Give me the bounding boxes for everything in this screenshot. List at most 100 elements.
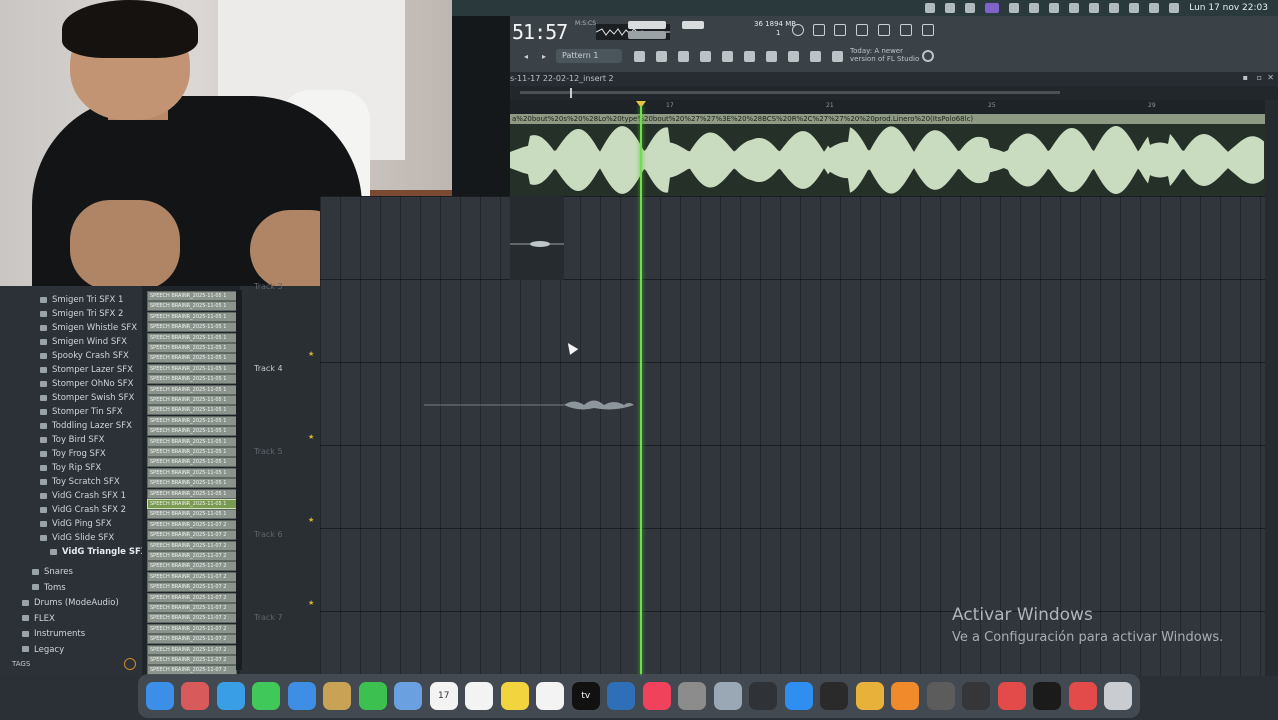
channel-button[interactable]: SPEECH BRAINR_2025-11-05 1 [147, 301, 237, 312]
playhead-line[interactable] [640, 106, 642, 676]
audio-clip-header[interactable]: a%20bout%20s%20%28Lo%20type%20bout%20%27… [510, 114, 1265, 124]
channel-button[interactable]: SPEECH BRAINR_2025-11-07 2 [147, 540, 237, 551]
pdf-icon[interactable] [997, 682, 1026, 710]
wifi-icon[interactable] [1129, 3, 1140, 13]
track-label[interactable]: Track 5 [254, 447, 283, 456]
audio-icon[interactable] [1049, 3, 1060, 13]
browser-item[interactable]: Toy Frog SFX [40, 448, 106, 461]
channel-button[interactable]: SPEECH BRAINR_2025-11-07 2 [147, 634, 237, 645]
music-icon[interactable] [642, 682, 671, 710]
channel-button[interactable]: SPEECH BRAINR_2025-11-07 2 [147, 561, 237, 572]
channel-button[interactable]: SPEECH BRAINR_2025-11-05 1 [147, 509, 237, 520]
browser-item[interactable]: VidG Triangle SFX [50, 546, 147, 559]
tempo-display[interactable] [682, 21, 704, 29]
channel-button[interactable]: SPEECH BRAINR_2025-11-07 2 [147, 644, 237, 655]
browser-item[interactable]: Smigen Tri SFX 2 [40, 308, 123, 321]
channel-button[interactable]: SPEECH BRAINR_2025-11-05 1 [147, 415, 237, 426]
audio-clip-waveform[interactable] [510, 124, 1265, 196]
plugin-icon[interactable] [900, 24, 912, 36]
track-star-icon[interactable]: ★ [308, 599, 314, 607]
menubar-clock[interactable]: Lun 17 nov 22:03 [1189, 3, 1268, 13]
moon-icon[interactable] [1029, 3, 1040, 13]
mic-icon[interactable] [834, 24, 846, 36]
track-star-icon[interactable]: ★ [308, 350, 314, 358]
mail-icon[interactable] [287, 682, 316, 710]
x-icon[interactable] [813, 24, 825, 36]
vertical-scrollbar[interactable] [1265, 100, 1278, 676]
browser-item[interactable]: VidG Slide SFX [40, 532, 114, 545]
browser-item[interactable]: Spooky Crash SFX [40, 350, 129, 363]
mixer-icon[interactable] [722, 51, 733, 62]
browser-item[interactable]: VidG Crash SFX 2 [40, 504, 126, 517]
browser-item[interactable]: Stomper Lazer SFX [40, 364, 133, 377]
channel-button[interactable]: SPEECH BRAINR_2025-11-05 1 [147, 488, 237, 499]
browser-item[interactable]: Toy Bird SFX [40, 434, 104, 447]
channel-button[interactable]: SPEECH BRAINR_2025-11-05 1 [147, 436, 237, 447]
piano-roll-icon[interactable] [678, 51, 689, 62]
channel-rack-icon[interactable] [700, 51, 711, 62]
browser-item[interactable]: Legacy [22, 644, 64, 657]
track-star-icon[interactable]: ★ [308, 516, 314, 524]
control-center-icon[interactable] [1169, 3, 1180, 13]
playlist-grid[interactable] [320, 196, 1265, 676]
main-pitch-slider[interactable] [628, 31, 666, 39]
save-icon[interactable] [878, 24, 890, 36]
trash-icon[interactable] [1104, 682, 1133, 710]
pdf2-icon[interactable] [1068, 682, 1097, 710]
photos-folder-icon[interactable] [323, 682, 352, 710]
clock-icon[interactable] [962, 682, 991, 710]
maximize-icon[interactable]: ▫ [1257, 73, 1262, 82]
channel-button[interactable]: SPEECH BRAINR_2025-11-05 1 [147, 467, 237, 478]
volume-icon[interactable] [1109, 3, 1120, 13]
horizontal-scrollbar[interactable] [520, 91, 1060, 94]
logic-icon[interactable] [820, 682, 849, 710]
launchpad-icon[interactable] [181, 682, 210, 710]
arrow-right-icon[interactable]: ▸ [542, 52, 546, 61]
menu-icon[interactable] [832, 51, 843, 62]
track-label[interactable]: Track 6 [254, 530, 283, 539]
channel-button[interactable]: SPEECH BRAINR_2025-11-05 1 [147, 426, 237, 437]
channel-button[interactable]: SPEECH BRAINR_2025-11-07 2 [147, 603, 237, 613]
browser-item[interactable]: FLEX [22, 613, 55, 626]
help-icon[interactable] [856, 24, 868, 36]
maps-icon[interactable] [394, 682, 423, 710]
browser-item[interactable]: Toddling Lazer SFX [40, 420, 132, 433]
update-icon[interactable] [922, 50, 934, 62]
pattern-selector[interactable]: Pattern 1 [556, 49, 622, 63]
channel-scrollbar[interactable] [236, 290, 242, 670]
track-label[interactable]: Track 4 [254, 364, 283, 373]
browser-item[interactable]: Snares [32, 566, 73, 579]
safari-icon[interactable] [216, 682, 245, 710]
voice-icon[interactable] [607, 682, 636, 710]
finder-icon[interactable] [145, 682, 174, 710]
channel-button[interactable]: SPEECH BRAINR_2025-11-05 1 [147, 384, 237, 395]
power-icon[interactable] [792, 24, 804, 36]
browser-item[interactable]: Drums (ModeAudio) [22, 597, 119, 610]
news-panel[interactable]: Today: A newer version of FL Studio [850, 47, 930, 63]
browser-item[interactable]: Stomper OhNo SFX [40, 378, 133, 391]
browser-item[interactable]: Toy Rip SFX [40, 462, 101, 475]
channel-button[interactable]: SPEECH BRAINR_2025-11-05 1 [147, 405, 237, 416]
channel-button[interactable]: SPEECH BRAINR_2025-11-05 1 [147, 311, 237, 322]
settings-icon[interactable] [678, 682, 707, 710]
playlist-title-bar[interactable]: s-11-17 22-02-12_insert 2 ▪ ▫ ✕ [510, 72, 1278, 86]
channel-button[interactable]: SPEECH BRAINR_2025-11-05 1 [147, 343, 237, 353]
browser-item[interactable]: VidG Crash SFX 1 [40, 490, 126, 503]
minimize-icon[interactable]: ▪ [1243, 73, 1248, 82]
appstore-icon[interactable] [784, 682, 813, 710]
channel-button[interactable]: SPEECH BRAINR_2025-11-05 1 [147, 363, 237, 374]
track-label[interactable]: Track 3 [254, 282, 283, 291]
channel-button[interactable]: SPEECH BRAINR_2025-11-05 1 [147, 499, 237, 509]
chrome-icon[interactable] [855, 682, 884, 710]
download-icon[interactable] [922, 24, 934, 36]
channel-button[interactable]: SPEECH BRAINR_2025-11-07 2 [147, 623, 237, 634]
channel-button[interactable]: SPEECH BRAINR_2025-11-05 1 [147, 457, 237, 468]
arrow-left-icon[interactable]: ◂ [524, 52, 528, 61]
eye-icon[interactable] [965, 3, 976, 13]
channel-button[interactable]: SPEECH BRAINR_2025-11-05 1 [147, 374, 237, 385]
browser-item[interactable]: Smigen Wind SFX [40, 336, 127, 349]
tags-label[interactable]: TAGS [12, 660, 30, 668]
playlist-icon[interactable] [656, 51, 667, 62]
search-icon[interactable] [1149, 3, 1160, 13]
preview-icon[interactable] [713, 682, 742, 710]
